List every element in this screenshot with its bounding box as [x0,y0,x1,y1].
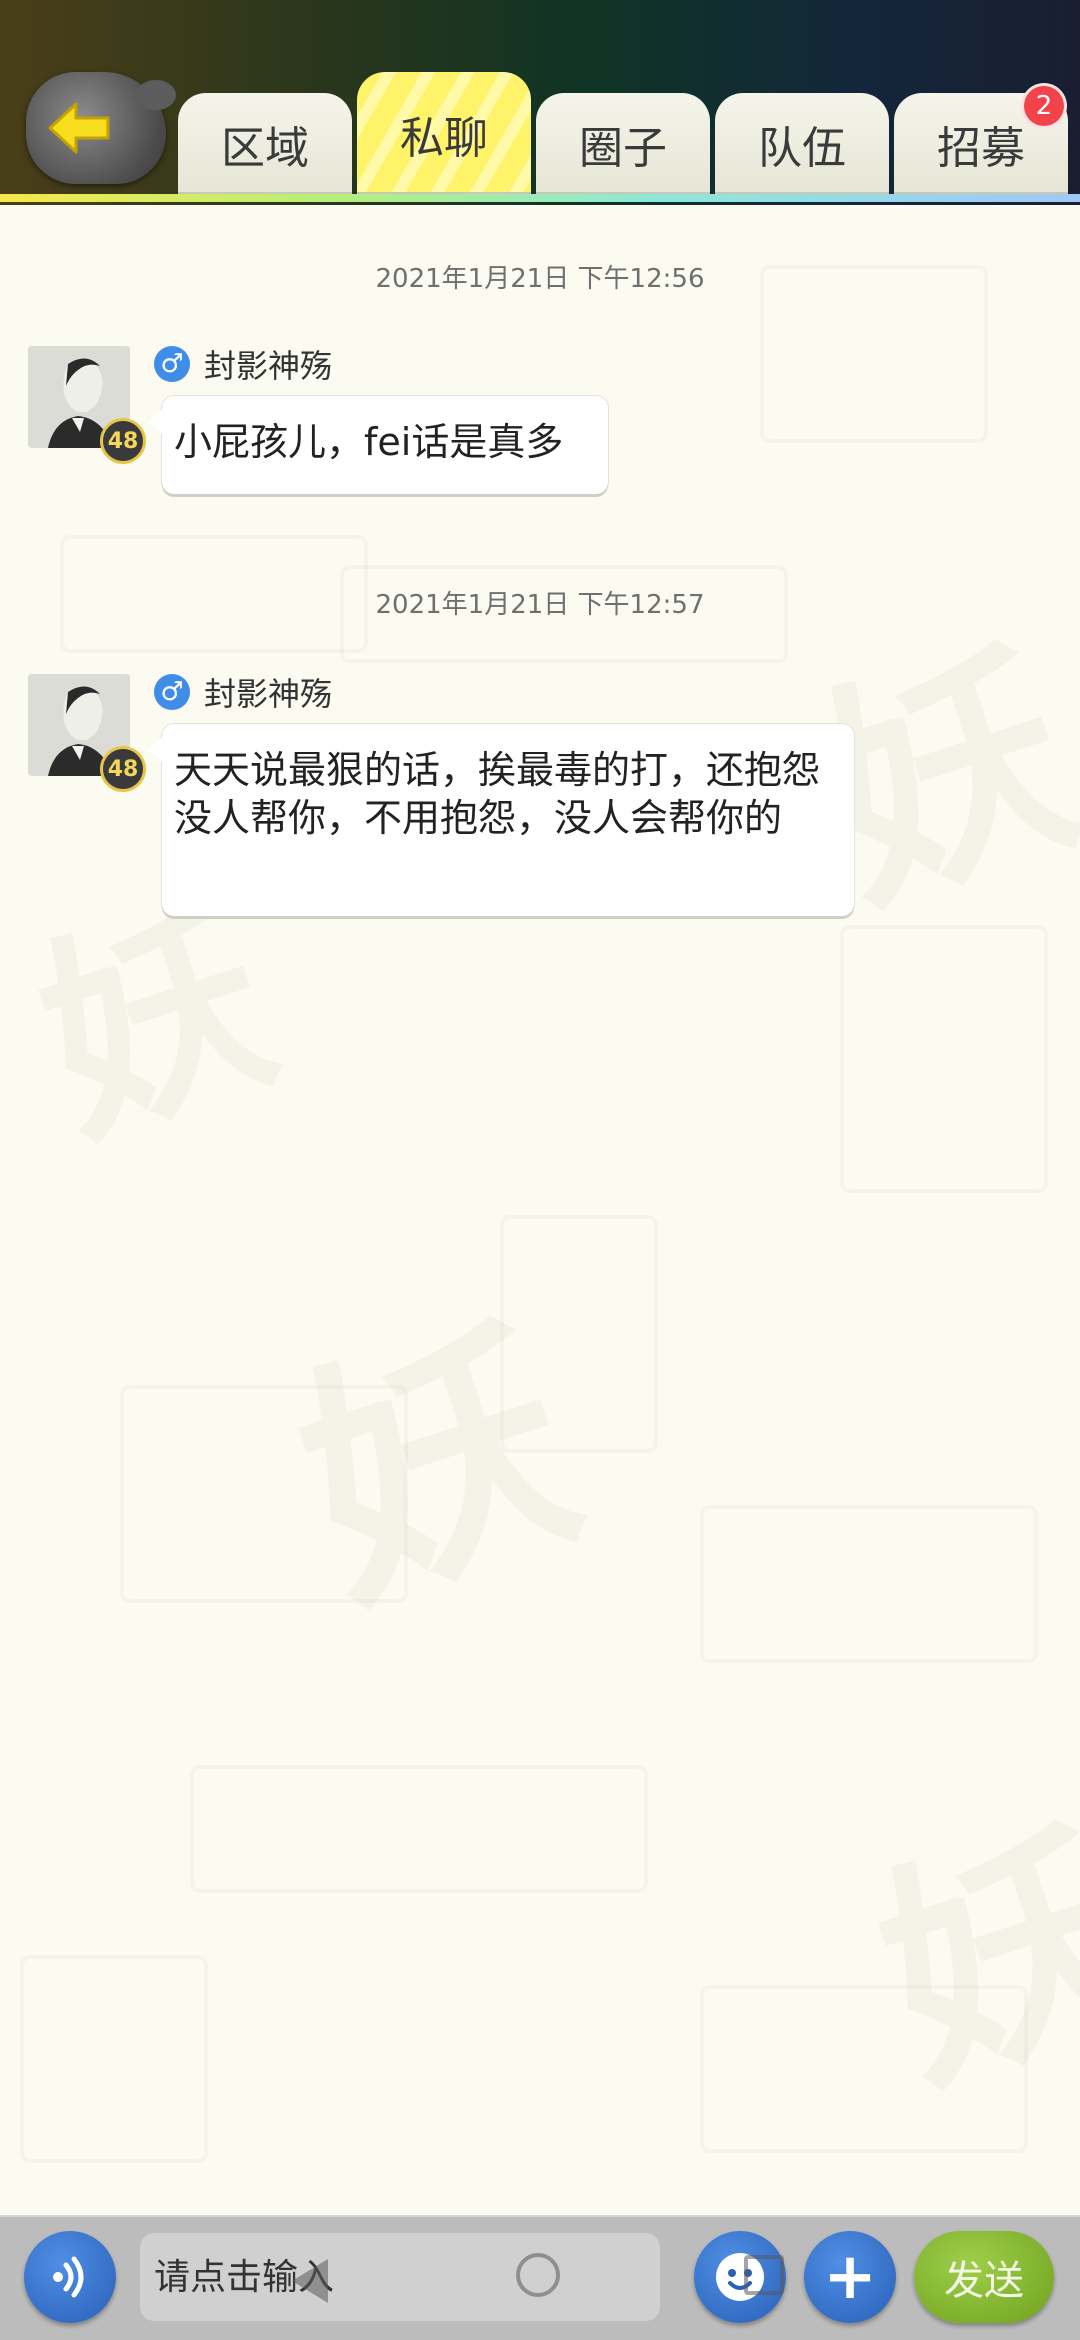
emoji-button[interactable] [694,2231,786,2323]
sender-row: ♂ 封影神殇 [154,669,332,715]
tab-label: 队伍 [758,123,846,174]
message-bubble[interactable]: 小屁孩儿，fei话是真多 [148,396,608,494]
send-label: 发送 [944,2258,1024,2304]
send-button[interactable]: 发送 [914,2231,1054,2323]
tab-label: 私聊 [400,112,488,164]
message-text: 天天说最狠的话，挨最毒的打，还抱怨没人帮你，不用抱怨，没人会帮你的 [174,748,821,840]
voice-wave-icon [53,2256,84,2298]
notification-badge: 2 [1024,86,1064,126]
male-gender-icon: ♂ [154,674,190,710]
top-header: 区域 私聊 圈子 队伍 招募 2 [0,0,1080,205]
tab-area[interactable]: 区域 [178,93,352,195]
sender-row: ♂ 封影神殇 [154,341,332,387]
input-bar: + 发送 [0,2215,1080,2340]
plus-icon: + [823,2240,877,2314]
message-bubble[interactable]: 天天说最狠的话，挨最毒的打，还抱怨没人帮你，不用抱怨，没人会帮你的 [148,724,854,916]
voice-button[interactable] [24,2231,116,2323]
back-button[interactable] [26,72,176,184]
emoji-face-icon [716,2253,764,2301]
sender-name[interactable]: 封影神殇 [204,341,332,387]
sender-name[interactable]: 封影神殇 [204,669,332,715]
tab-label: 圈子 [579,123,667,174]
avatar[interactable]: 48 [28,674,146,792]
avatar[interactable]: 48 [28,346,146,464]
message-text: 小屁孩儿，fei话是真多 [174,420,564,464]
male-gender-icon: ♂ [154,346,190,382]
arrow-left-icon [48,102,110,154]
tab-circle[interactable]: 圈子 [536,93,710,195]
message-input[interactable] [140,2233,660,2321]
tab-label: 招募 [937,123,1025,174]
level-badge: 48 [100,746,146,792]
level-badge: 48 [100,418,146,464]
message-timestamp: 2021年1月21日 下午12:57 [375,590,705,620]
tab-label: 区域 [221,123,309,174]
tab-private-chat[interactable]: 私聊 [357,72,531,195]
chat-background-pattern: 妖 妖 妖 妖 [0,205,1080,2215]
header-divider [0,194,1080,202]
tab-team[interactable]: 队伍 [715,93,889,195]
message-timestamp: 2021年1月21日 下午12:56 [375,264,705,294]
plus-button[interactable]: + [804,2231,896,2323]
